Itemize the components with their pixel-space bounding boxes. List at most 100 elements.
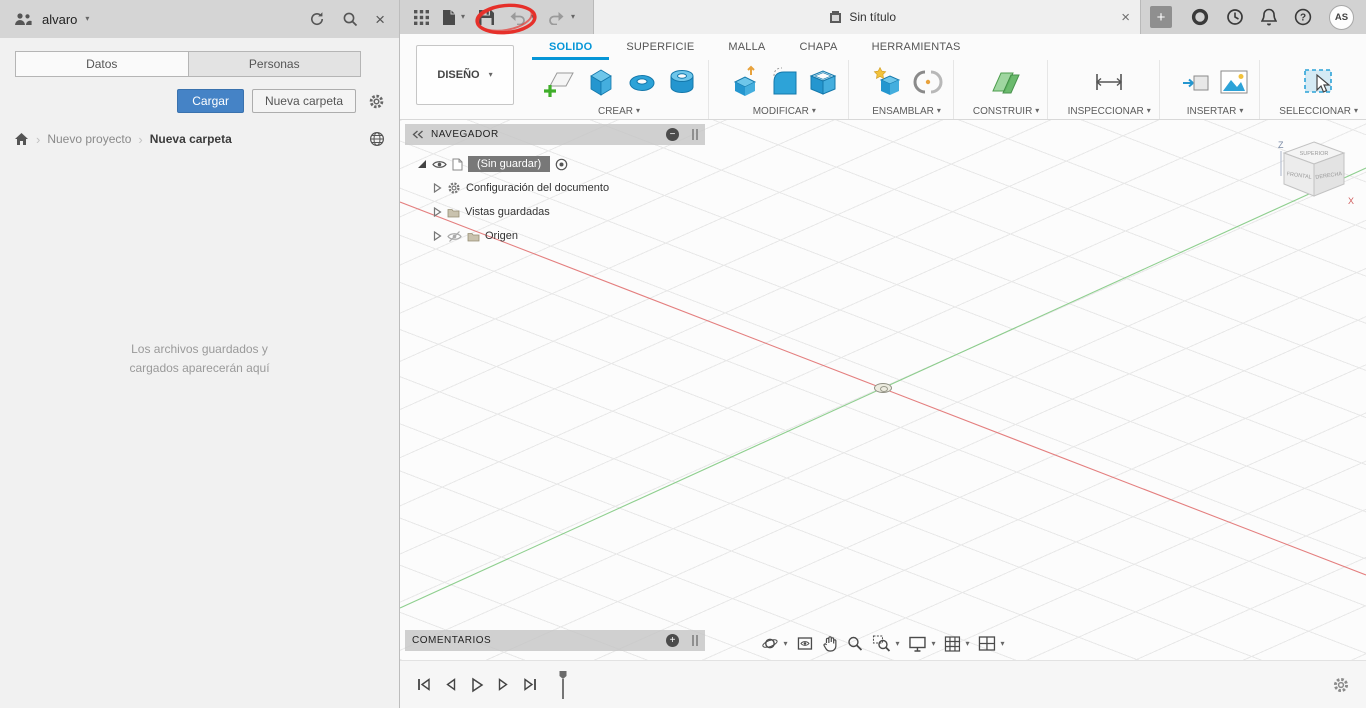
viewport-canvas[interactable]: Z SUPERIOR FRONTAL DERECHA X NAVEGADOR −… xyxy=(400,120,1366,660)
create-sketch-button[interactable] xyxy=(538,63,578,101)
visibility-off-eye-icon[interactable] xyxy=(447,230,462,242)
tab-datos[interactable]: Datos xyxy=(16,52,188,76)
caret-down-icon: ▾ xyxy=(965,638,970,648)
display-settings-button[interactable]: ▾ xyxy=(908,636,936,652)
visibility-eye-icon[interactable] xyxy=(432,159,447,170)
grid-snaps-button[interactable]: ▾ xyxy=(944,635,970,652)
tab-close-icon[interactable]: × xyxy=(1121,10,1130,25)
redo-button[interactable]: ▾ xyxy=(548,10,575,25)
ensamblar-dropdown[interactable]: ENSAMBLAR ▾ xyxy=(872,104,941,118)
undo-button[interactable]: ▾ xyxy=(508,10,535,25)
panel-drag-grip[interactable] xyxy=(692,635,698,646)
collapse-panel-icon[interactable] xyxy=(412,130,424,139)
panel-drag-grip[interactable] xyxy=(692,129,698,140)
upload-button[interactable]: Cargar xyxy=(177,89,244,113)
pan-hand-button[interactable] xyxy=(822,635,837,652)
go-to-end-button[interactable] xyxy=(523,677,538,692)
timeline-position-marker[interactable] xyxy=(557,669,569,701)
expand-closed-icon[interactable] xyxy=(433,207,442,217)
crear-dropdown[interactable]: CREAR ▾ xyxy=(598,104,640,118)
insert-derive-button[interactable] xyxy=(1179,66,1213,98)
view-cube[interactable]: Z SUPERIOR FRONTAL DERECHA X xyxy=(1264,134,1356,212)
cylinder-button[interactable] xyxy=(664,65,700,99)
insert-image-button[interactable] xyxy=(1217,68,1251,97)
tab-superficie[interactable]: SUPERFICIE xyxy=(609,34,711,60)
orbit-button[interactable]: ▾ xyxy=(761,635,787,652)
select-button[interactable] xyxy=(1300,65,1338,99)
tree-row-origin[interactable]: Origen xyxy=(405,224,705,248)
go-to-start-button[interactable] xyxy=(416,677,431,692)
modificar-dropdown[interactable]: MODIFICAR ▾ xyxy=(753,104,816,118)
tab-malla[interactable]: MALLA xyxy=(711,34,782,60)
extrude-button[interactable] xyxy=(582,64,620,100)
tree-row-named-views[interactable]: Vistas guardadas xyxy=(405,200,705,224)
expand-closed-icon[interactable] xyxy=(433,183,442,193)
caret-down-icon: ▾ xyxy=(1239,106,1244,115)
fillet-button[interactable] xyxy=(768,65,802,99)
workspace-selector[interactable]: DISEÑO ▾ xyxy=(416,45,514,105)
insertar-dropdown[interactable]: INSERTAR ▾ xyxy=(1187,104,1244,118)
new-folder-button[interactable]: Nueva carpeta xyxy=(251,89,356,113)
settings-gear-icon[interactable] xyxy=(368,93,385,110)
add-comment-icon[interactable]: + xyxy=(666,634,679,647)
tab-personas[interactable]: Personas xyxy=(187,52,360,76)
measure-button[interactable] xyxy=(1090,66,1128,98)
zoom-button[interactable] xyxy=(846,635,863,652)
help-icon[interactable]: ? xyxy=(1294,8,1312,26)
folder-icon xyxy=(467,231,480,242)
minimize-panel-icon[interactable]: − xyxy=(666,128,679,141)
bell-icon[interactable] xyxy=(1261,8,1277,26)
team-icon[interactable] xyxy=(14,12,32,26)
home-icon[interactable] xyxy=(14,132,29,146)
app-grid-icon[interactable] xyxy=(414,9,429,25)
step-back-button[interactable] xyxy=(444,677,457,692)
zoom-window-button[interactable]: ▾ xyxy=(872,635,899,652)
avatar[interactable]: AS xyxy=(1329,4,1354,30)
inspeccionar-dropdown[interactable]: INSPECCIONAR ▾ xyxy=(1068,104,1151,118)
main-area: ▾ ▾ ▾ Sin título × + ? AS DISEÑO ▾ SOLID… xyxy=(400,0,1366,708)
tab-herramientas[interactable]: HERRAMIENTAS xyxy=(855,34,978,60)
construction-plane-button[interactable] xyxy=(988,66,1024,98)
navigator-panel: NAVEGADOR − (Sin guardar) Configuración … xyxy=(405,124,705,248)
comments-title: COMENTARIOS xyxy=(412,635,492,646)
new-tab-button[interactable]: + xyxy=(1150,6,1173,28)
clock-icon[interactable] xyxy=(1226,8,1244,26)
breadcrumb-folder[interactable]: Nueva carpeta xyxy=(150,132,232,146)
ribbon-toolbar: DISEÑO ▾ SOLIDO SUPERFICIE MALLA CHAPA H… xyxy=(400,34,1366,120)
play-button[interactable] xyxy=(470,677,484,693)
press-pull-button[interactable] xyxy=(728,64,764,100)
step-forward-button[interactable] xyxy=(497,677,510,692)
expand-closed-icon[interactable] xyxy=(433,231,442,241)
caret-down-icon: ▾ xyxy=(1353,106,1358,115)
look-at-button[interactable] xyxy=(796,635,813,652)
activate-radio-icon[interactable] xyxy=(555,158,568,171)
search-icon[interactable] xyxy=(342,11,358,27)
tab-solido[interactable]: SOLIDO xyxy=(532,34,609,60)
caret-down-icon: ▾ xyxy=(1146,106,1151,115)
joint-button[interactable] xyxy=(911,66,945,98)
file-icon xyxy=(442,9,456,26)
breadcrumb-project[interactable]: Nuevo proyecto xyxy=(47,132,131,146)
new-component-button[interactable] xyxy=(869,65,907,99)
expand-open-icon[interactable] xyxy=(417,159,427,169)
job-status-icon[interactable] xyxy=(1191,8,1209,26)
globe-icon[interactable] xyxy=(369,131,385,147)
viewports-button[interactable]: ▾ xyxy=(978,636,1005,651)
save-button[interactable] xyxy=(478,9,495,26)
tree-row-document-settings[interactable]: Configuración del documento xyxy=(405,176,705,200)
close-panel-icon[interactable]: × xyxy=(375,11,385,28)
construir-dropdown[interactable]: CONSTRUIR ▾ xyxy=(973,104,1039,118)
timeline-settings-gear-icon[interactable] xyxy=(1332,676,1350,694)
refresh-icon[interactable] xyxy=(309,11,325,27)
document-tab[interactable]: Sin título × xyxy=(593,0,1142,34)
tab-chapa[interactable]: CHAPA xyxy=(782,34,854,60)
ribbon-group-insertar: INSERTAR ▾ xyxy=(1171,60,1261,119)
shell-button[interactable] xyxy=(806,66,840,98)
seleccionar-dropdown[interactable]: SELECCIONAR ▾ xyxy=(1279,104,1358,118)
user-menu[interactable]: alvaro ▾ xyxy=(42,12,89,27)
tree-row-root[interactable]: (Sin guardar) xyxy=(405,152,705,176)
document-root-label[interactable]: (Sin guardar) xyxy=(468,156,551,172)
origin-marker[interactable] xyxy=(874,383,892,393)
revolve-button[interactable] xyxy=(624,65,660,99)
file-menu-button[interactable]: ▾ xyxy=(442,9,465,26)
